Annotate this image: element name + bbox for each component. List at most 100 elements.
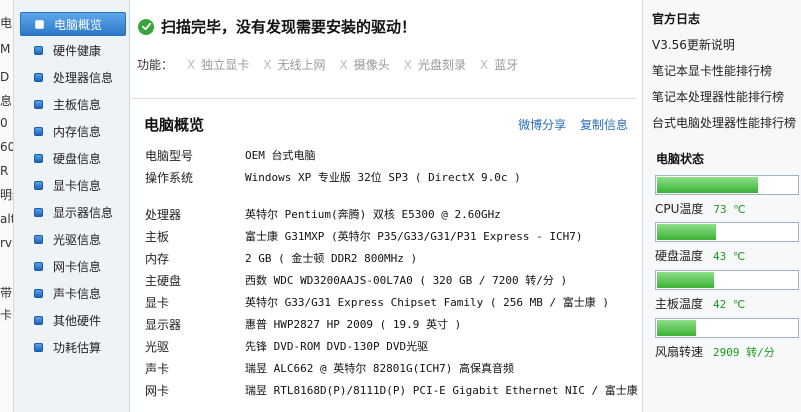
check-icon	[138, 18, 154, 35]
function-label: 功能：	[137, 58, 174, 72]
sidebar-item-label: 声卡信息	[53, 286, 102, 301]
gauge-name: 风扇转速	[655, 345, 704, 359]
info-row: 显卡 英特尔 G33/G31 Express Chipset Family ( 2…	[145, 293, 609, 311]
board-temp-gauge: 主板温度 42 ℃	[655, 270, 799, 318]
info-value: 瑞昱 ALC662 @ 英特尔 82801G(ICH7) 高保真音频	[245, 362, 514, 375]
info-row: 显示器 惠普 HWP2827 HP 2009 ( 19.9 英寸 )	[145, 315, 461, 333]
sidebar-item-label: 电脑概览	[54, 17, 103, 32]
gauge-value: 43 ℃	[713, 250, 746, 263]
info-row: 网卡 瑞昱 RTL8168D(P)/8111D(P) PCI-E Gigabit …	[145, 381, 638, 399]
sidebar-item-optical[interactable]: 光驱信息	[20, 227, 126, 251]
sidebar-item-other[interactable]: 其他硬件	[20, 308, 126, 332]
gauge-value: 73 ℃	[713, 203, 746, 216]
info-value: 西数 WDC WD3200AAJS-00L7A0 ( 320 GB / 7200…	[245, 274, 568, 287]
scan-status: 扫描完毕，没有发现需要安装的驱动！	[138, 16, 416, 37]
gauge-fill	[657, 224, 716, 240]
info-key: 主硬盘	[145, 273, 182, 288]
info-row: 声卡 瑞昱 ALC662 @ 英特尔 82801G(ICH7) 高保真音频	[145, 359, 514, 377]
sidebar-item-label: 主板信息	[53, 97, 102, 112]
gauge-label: 主板温度 42 ℃	[655, 295, 745, 312]
official-log-title: 官方日志	[652, 12, 701, 26]
log-link[interactable]: V3.56更新说明	[652, 36, 735, 53]
disk-temp-gauge: 硬盘温度 43 ℃	[655, 222, 799, 270]
sidebar-item-label: 显卡信息	[53, 178, 102, 193]
sidebar-item-memory[interactable]: 内存信息	[20, 119, 126, 143]
log-link[interactable]: 笔记本处理器性能排行榜	[652, 88, 784, 105]
sidebar-item-label: 内存信息	[53, 124, 102, 139]
sidebar-item-label: 硬盘信息	[53, 151, 102, 166]
sidebar-item-disk[interactable]: 硬盘信息	[20, 146, 126, 170]
copy-info-link[interactable]: 复制信息	[580, 118, 628, 132]
sidebar-item-monitor[interactable]: 显示器信息	[20, 200, 126, 224]
background-text: D	[0, 70, 10, 84]
sidebar-item-label: 处理器信息	[53, 70, 114, 85]
sidebar-item-motherboard[interactable]: 主板信息	[20, 92, 126, 116]
background-text: alt	[0, 212, 14, 226]
function-item-label: 蓝牙	[494, 58, 519, 72]
info-key: 内存	[145, 251, 170, 266]
sidebar-item-sound[interactable]: 声卡信息	[20, 281, 126, 305]
gauge-value: 42 ℃	[713, 298, 746, 311]
overview-panel: 电脑概览 微博分享 复制信息 电脑型号 OEM 台式电脑 操作系统 Windows …	[131, 98, 638, 410]
bullet-icon	[35, 19, 44, 29]
sidebar-item-network[interactable]: 网卡信息	[20, 254, 126, 278]
info-key: 主板	[145, 229, 170, 244]
weibo-share-link[interactable]: 微博分享	[518, 118, 566, 132]
bullet-icon	[34, 315, 43, 325]
gauge-bar	[655, 270, 799, 290]
gauge-value: 2909 转/分	[713, 346, 775, 359]
info-row: 主硬盘 西数 WDC WD3200AAJS-00L7A0 ( 320 GB / 7…	[145, 271, 567, 289]
info-value: 富士康 G31MXP (英特尔 P35/G33/G31/P31 Express …	[245, 230, 583, 243]
sidebar-item-overview[interactable]: 电脑概览	[20, 12, 126, 36]
info-value: OEM 台式电脑	[245, 149, 316, 162]
log-link[interactable]: 笔记本显卡性能排行榜	[652, 62, 772, 79]
panel-title: 电脑概览	[144, 115, 205, 134]
sidebar-item-label: 显示器信息	[53, 205, 114, 220]
info-key: 处理器	[145, 207, 182, 222]
gauge-fill	[657, 177, 758, 193]
panel-header: 电脑概览 微博分享 复制信息	[144, 111, 628, 137]
gauge-name: 硬盘温度	[655, 249, 704, 263]
sidebar-item-label: 光驱信息	[53, 232, 102, 247]
log-link[interactable]: 台式电脑处理器性能排行榜	[652, 114, 796, 131]
panel-links: 微博分享 复制信息	[508, 116, 628, 133]
function-item-label: 无线上网	[277, 58, 326, 72]
sidebar-item-graphics[interactable]: 显卡信息	[20, 173, 126, 197]
gauge-label: 风扇转速 2909 转/分	[655, 343, 775, 360]
bullet-icon	[34, 180, 43, 190]
info-value: 英特尔 G33/G31 Express Chipset Family ( 256…	[245, 296, 610, 309]
background-text: 带	[0, 286, 13, 300]
bullet-icon	[34, 72, 43, 82]
background-text: 60	[0, 140, 14, 154]
cross-icon: X	[187, 57, 196, 72]
cross-icon: X	[480, 57, 489, 72]
sidebar: 电脑概览 硬件健康 处理器信息 主板信息 内存信息 硬盘信息 显卡信息 显示器信…	[14, 0, 130, 412]
gauge-fill	[657, 272, 714, 288]
sidebar-item-cpu[interactable]: 处理器信息	[20, 65, 126, 89]
sidebar-item-label: 硬件健康	[53, 43, 102, 58]
bullet-icon	[34, 126, 43, 136]
gauge-bar	[655, 222, 799, 242]
info-row: 操作系统 Windows XP 专业版 32位 SP3 ( DirectX 9.0…	[145, 168, 521, 186]
info-row: 主板 富士康 G31MXP (英特尔 P35/G33/G31/P31 Expres…	[145, 227, 583, 245]
background-text: 0	[0, 116, 8, 130]
info-row: 电脑型号 OEM 台式电脑	[145, 146, 316, 164]
info-key: 网卡	[145, 383, 170, 398]
pc-status-title: 电脑状态	[656, 152, 705, 166]
info-row: 处理器 英特尔 Pentium(奔腾) 双核 E5300 @ 2.60GHz	[145, 205, 501, 223]
sidebar-item-power[interactable]: 功耗估算	[20, 335, 126, 359]
bullet-icon	[34, 288, 43, 298]
bullet-icon	[34, 153, 43, 163]
info-value: 2 GB ( 金士顿 DDR2 800MHz )	[245, 252, 418, 265]
function-item-label: 摄像头	[353, 58, 390, 72]
fan-speed-gauge: 风扇转速 2909 转/分	[655, 318, 799, 366]
function-item: X 无线上网	[263, 56, 325, 73]
bullet-icon	[34, 45, 43, 55]
function-item: X 光盘刻录	[404, 56, 466, 73]
sidebar-item-hardware-health[interactable]: 硬件健康	[20, 38, 126, 62]
gauge-label: CPU温度 73 ℃	[655, 200, 746, 217]
sidebar-item-label: 网卡信息	[53, 259, 102, 274]
bullet-icon	[34, 261, 43, 271]
function-item-label: 光盘刻录	[418, 58, 467, 72]
info-value: 惠普 HWP2827 HP 2009 ( 19.9 英寸 )	[245, 318, 462, 331]
